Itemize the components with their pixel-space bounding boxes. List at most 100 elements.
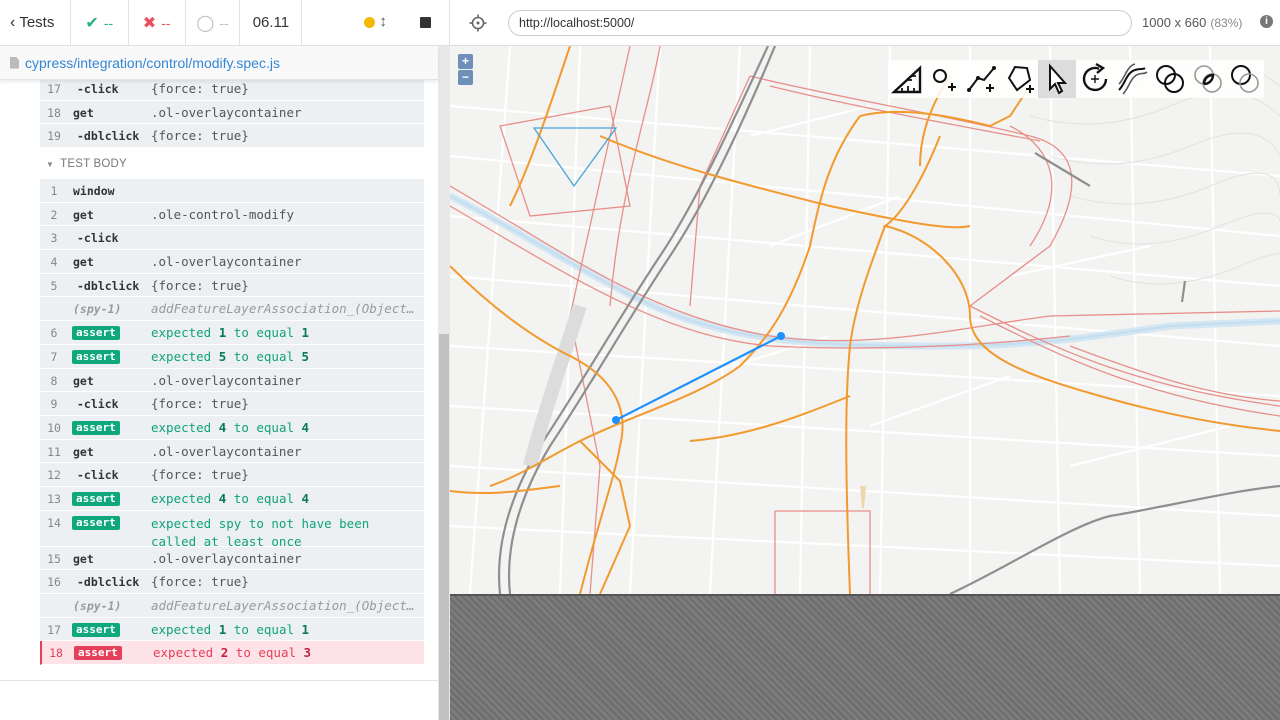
stop-button[interactable] [420,16,432,28]
difference-icon [1231,65,1259,93]
command-row[interactable]: 4 get .ol-overlaycontainer [40,250,424,274]
command-row[interactable]: 9 -click {force: true} [40,392,424,416]
assert-badge: assert [72,491,120,506]
selector-playground-icon[interactable] [469,14,487,32]
zoom-in-button[interactable]: + [458,54,473,69]
command-row[interactable]: 12 -click {force: true} [40,463,424,487]
command-number: 3 [50,231,58,246]
draw-polygon-tool[interactable] [1001,60,1039,98]
failed-count: ✖ -- [129,0,186,46]
run-controls: ↕ [302,0,450,46]
command-row[interactable]: 18 assert expected 2 to equal 3 [40,641,424,666]
scrollbar[interactable] [438,46,450,720]
tests-button[interactable]: ‹ Tests [0,0,71,46]
aut-empty-area [450,594,1280,720]
map-viewport[interactable]: + − [450,46,1280,594]
command-name: -click [77,397,119,412]
ruler-triangle-icon [890,65,921,94]
command-name: get [73,255,94,270]
map-canvas[interactable] [450,46,1280,594]
command-number: 14 [47,515,61,530]
zoom-controls: + − [458,54,474,86]
command-message: .ol-overlaycontainer [151,254,302,270]
command-row[interactable]: (spy-1) addFeatureLayerAssociation_(Objec… [40,297,424,322]
command-number: 19 [47,129,61,144]
vertex-handle[interactable] [777,332,785,340]
command-row[interactable]: 10 assert expected 4 to equal 4 [40,416,424,440]
union-icon [1155,65,1184,93]
command-name: window [73,184,115,198]
command-row[interactable]: 3 -click [40,226,424,251]
test-body-heading[interactable]: ▼ TEST BODY [46,158,127,170]
command-message: expected 1 to equal 1 [151,621,310,637]
url-input[interactable]: http://localhost:5000/ [508,10,1132,36]
check-icon: ✔ [85,14,99,32]
command-message: {force: true} [151,396,249,412]
running-status-icon [364,16,376,28]
info-icon[interactable]: i [1260,15,1273,28]
command-row[interactable]: 19 -dblclick {force: true} [40,124,424,149]
intersection-tool[interactable] [1189,60,1227,98]
stats-header: ‹ Tests ✔ -- ✖ -- ◯ -- 06.11 ↕ [0,0,450,46]
buffer-tool[interactable] [1114,60,1152,98]
command-number: 2 [50,207,58,222]
command-message: .ole-control-modify [151,206,294,222]
edit-toolbar [888,60,1264,98]
tests-label: Tests [19,14,55,31]
command-message: expected 1 to equal 1 [151,325,310,341]
assert-badge: assert [72,622,120,637]
draw-point-tool[interactable] [926,60,964,98]
command-row[interactable]: 16 -dblclick {force: true} [40,570,424,594]
pending-circle-icon: ◯ [196,14,215,32]
command-message: expected 5 to equal 5 [151,348,310,364]
command-row[interactable]: 2 get .ole-control-modify [40,203,424,227]
command-row[interactable]: 11 get .ol-overlaycontainer [40,440,424,464]
command-message: expected 2 to equal 3 [153,645,312,661]
command-row[interactable]: 15 get .ol-overlaycontainer [40,547,424,571]
command-row[interactable]: 14 assert expected spy to not have been ca… [40,511,424,549]
command-row[interactable]: 7 assert expected 5 to equal 5 [40,345,424,369]
command-row[interactable]: (spy-1) addFeatureLayerAssociation_(Objec… [40,594,424,618]
command-row[interactable]: 13 assert expected 4 to equal 4 [40,487,424,511]
command-row[interactable]: 17 -click {force: true} [40,80,424,101]
command-name: (spy-1) [73,302,122,317]
reporter-footer [0,680,438,720]
command-name: -dblclick [77,575,140,590]
assert-badge: assert [72,326,120,341]
command-row[interactable]: 1 window [40,179,424,203]
rotate-tool[interactable] [1076,60,1114,98]
command-name: get [73,444,94,459]
difference-tool[interactable] [1226,60,1264,98]
test-body-commands: 1 window 2 get .ole-control-modify 3 -click 4 ge… [40,179,424,666]
command-name: -click [77,231,119,246]
autoscroll-toggle-icon[interactable]: ↕ [379,13,387,30]
vertex-handle[interactable] [612,416,620,424]
draw-line-tool[interactable] [963,60,1001,98]
command-message: .ol-overlaycontainer [151,443,302,459]
command-row[interactable]: 6 assert expected 1 to equal 1 [40,321,424,345]
previous-commands: 17 -click {force: true} 18 get .ol-overlaycon… [40,80,424,149]
command-number: 13 [47,491,61,506]
measure-tool[interactable] [888,60,926,98]
command-number: 11 [47,444,61,459]
command-row[interactable]: 17 assert expected 1 to equal 1 [40,618,424,642]
command-row[interactable]: 5 -dblclick {force: true} [40,274,424,298]
union-tool[interactable] [1151,60,1189,98]
zoom-out-button[interactable]: − [458,70,473,85]
spec-path-link[interactable]: cypress/integration/control/modify.spec.… [25,55,280,71]
command-message: {force: true} [151,277,249,293]
command-name: -dblclick [77,278,140,293]
command-message: {force: true} [151,81,249,96]
reporter-panel: ‹ Tests ✔ -- ✖ -- ◯ -- 06.11 ↕ cypress/i… [0,0,450,720]
passed-count: ✔ -- [71,0,129,46]
command-log: 17 -click {force: true} 18 get .ol-overlaycon… [0,80,438,680]
command-message: {force: true} [151,128,249,144]
scrollbar-thumb[interactable] [439,334,449,720]
modify-tool[interactable] [1038,60,1076,98]
pending-count: ◯ -- [186,0,241,46]
command-row[interactable]: 18 get .ol-overlaycontainer [40,101,424,125]
assert-badge: assert [72,515,120,530]
command-name: get [73,207,94,222]
chevron-left-icon: ‹ [10,13,16,31]
command-row[interactable]: 8 get .ol-overlaycontainer [40,369,424,393]
